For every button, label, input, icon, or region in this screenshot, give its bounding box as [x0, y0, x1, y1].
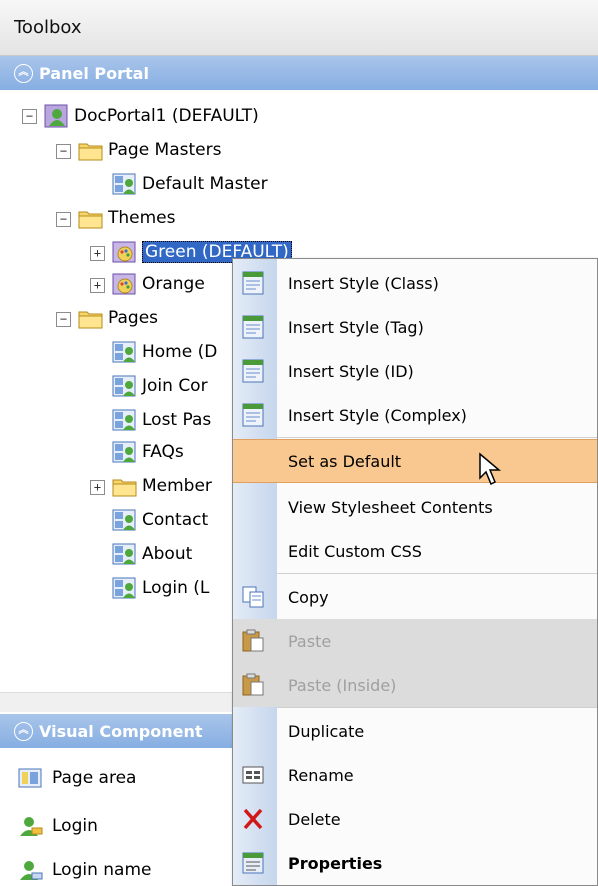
collapse-icon[interactable]: ︽ — [14, 63, 33, 83]
visual-components-title: Visual Component — [39, 721, 203, 741]
component-login-name[interactable]: Login name — [18, 852, 151, 886]
menu-insert-style-id[interactable]: Insert Style (ID) — [233, 349, 597, 393]
expand-toggle[interactable]: + — [90, 246, 105, 261]
menu-properties[interactable]: Properties — [233, 841, 597, 885]
theme-icon — [112, 272, 138, 296]
menu-delete[interactable]: Delete — [233, 797, 597, 841]
tree-node-about[interactable]: About — [112, 538, 192, 570]
delete-icon — [243, 808, 263, 830]
page-icon — [112, 374, 138, 398]
collapse-toggle[interactable]: − — [56, 312, 71, 327]
menu-insert-style-complex[interactable]: Insert Style (Complex) — [233, 393, 597, 437]
page-icon — [112, 440, 138, 464]
paste-inside-icon — [242, 673, 264, 696]
login-icon — [20, 817, 43, 836]
menu-duplicate[interactable]: Duplicate — [233, 709, 597, 753]
menu-separator — [277, 707, 597, 708]
tree-node-default-master[interactable]: Default Master — [112, 168, 268, 200]
folder-icon — [112, 474, 138, 498]
collapse-toggle[interactable]: − — [56, 212, 71, 227]
insert-style-id-icon — [241, 359, 267, 383]
tree-node-faqs[interactable]: FAQs — [112, 436, 184, 468]
tree-node-member[interactable]: Member — [112, 470, 212, 502]
portal-icon — [44, 104, 70, 128]
mouse-cursor-icon — [479, 452, 502, 486]
menu-insert-style-class[interactable]: Insert Style (Class) — [233, 261, 597, 305]
insert-style-class-icon — [241, 271, 267, 295]
menu-edit-custom-css[interactable]: Edit Custom CSS — [233, 529, 597, 573]
page-icon — [112, 576, 138, 600]
menu-copy[interactable]: Copy — [233, 575, 597, 619]
menu-set-as-default[interactable]: Set as Default — [233, 439, 597, 483]
tree-node-themes[interactable]: Themes — [78, 202, 176, 234]
page-icon — [112, 172, 138, 196]
menu-separator — [277, 437, 597, 438]
tree-node-page-masters[interactable]: Page Masters — [78, 134, 221, 166]
tree-node-join[interactable]: Join Cor — [112, 370, 208, 402]
paste-icon — [242, 629, 264, 652]
menu-rename[interactable]: Rename — [233, 753, 597, 797]
tree-node-lost[interactable]: Lost Pas — [112, 404, 211, 436]
menu-separator — [277, 573, 597, 574]
toolbox-title: Toolbox — [0, 0, 598, 56]
page-area-icon — [18, 768, 42, 788]
page-icon — [112, 508, 138, 532]
tree-node-root[interactable]: DocPortal1 (DEFAULT) — [44, 100, 259, 132]
component-login[interactable]: Login — [18, 808, 98, 844]
properties-icon — [242, 852, 264, 874]
expand-toggle[interactable]: + — [90, 480, 105, 495]
menu-paste[interactable]: Paste — [233, 619, 597, 663]
tree-node-orange[interactable]: Orange — [112, 268, 205, 300]
page-icon — [112, 408, 138, 432]
folder-icon — [78, 206, 104, 230]
login-name-icon — [20, 861, 43, 880]
collapse-icon[interactable]: ︽ — [14, 721, 33, 741]
component-page-area[interactable]: Page area — [18, 760, 136, 796]
tree-node-home[interactable]: Home (D — [112, 336, 217, 368]
page-icon — [112, 542, 138, 566]
context-menu: Insert Style (Class) Insert Style (Tag) … — [232, 258, 598, 886]
tree-node-login[interactable]: Login (L — [112, 572, 209, 604]
menu-paste-inside[interactable]: Paste (Inside) — [233, 663, 597, 707]
tree-node-pages[interactable]: Pages — [78, 302, 158, 334]
insert-style-tag-icon — [241, 315, 267, 339]
expand-toggle[interactable]: + — [90, 278, 105, 293]
menu-insert-style-tag[interactable]: Insert Style (Tag) — [233, 305, 597, 349]
folder-icon — [78, 306, 104, 330]
panel-portal-header[interactable]: ︽ Panel Portal — [0, 56, 598, 90]
tree-node-contact[interactable]: Contact — [112, 504, 208, 536]
insert-style-complex-icon — [241, 403, 267, 427]
folder-icon — [78, 138, 104, 162]
theme-icon — [112, 240, 138, 264]
rename-icon — [242, 766, 264, 784]
collapse-toggle[interactable]: − — [22, 109, 37, 124]
panel-portal-title: Panel Portal — [39, 63, 149, 83]
menu-view-stylesheet[interactable]: View Stylesheet Contents — [233, 485, 597, 529]
copy-icon — [242, 586, 264, 608]
collapse-toggle[interactable]: − — [56, 144, 71, 159]
page-icon — [112, 340, 138, 364]
